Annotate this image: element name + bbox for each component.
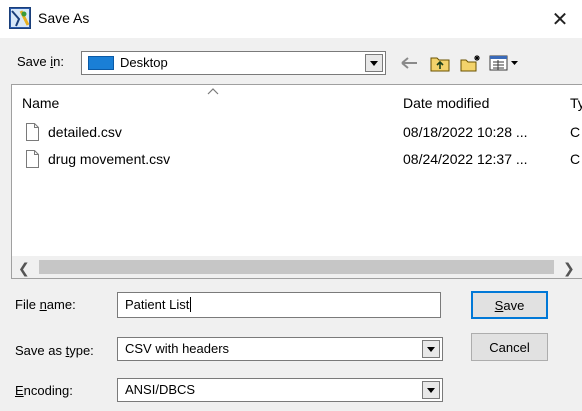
file-name-input[interactable]: Patient List <box>117 292 441 318</box>
encoding-dropdown[interactable]: ANSI/DBCS <box>117 378 443 402</box>
save-as-dialog: Save As ✕ Save in: Desktop Name Date mod… <box>0 0 582 411</box>
view-menu-button[interactable] <box>488 51 520 75</box>
save-as-type-dropdown-button[interactable] <box>422 340 440 358</box>
chevron-down-icon <box>427 346 435 352</box>
text-caret <box>190 297 192 312</box>
file-name-label: File name: <box>15 297 76 312</box>
file-list[interactable]: Name Date modified Ty detailed.csv 08/18… <box>11 84 582 279</box>
file-row[interactable]: drug movement.csv 08/24/2022 12:37 ... C <box>12 149 582 171</box>
column-header-date-modified[interactable]: Date modified <box>403 95 489 111</box>
save-button[interactable]: Save <box>471 291 548 319</box>
up-folder-button[interactable] <box>428 51 452 75</box>
file-date: 08/24/2022 12:37 ... <box>403 151 528 167</box>
scroll-right-icon[interactable]: ❯ <box>563 260 575 277</box>
sort-ascending-icon <box>207 88 219 95</box>
chevron-down-icon <box>427 387 435 393</box>
desktop-folder-icon <box>88 56 114 70</box>
new-folder-button[interactable] <box>459 51 483 75</box>
horizontal-scrollbar[interactable]: ❮ ❯ <box>12 256 582 278</box>
save-in-value: Desktop <box>120 55 168 70</box>
save-in-label: Save in: <box>17 54 64 69</box>
view-menu-icon <box>489 55 518 71</box>
chevron-down-icon <box>370 60 378 66</box>
column-header-name[interactable]: Name <box>22 95 59 111</box>
file-icon <box>26 150 39 168</box>
encoding-value: ANSI/DBCS <box>125 382 196 397</box>
new-folder-icon <box>460 55 480 72</box>
back-arrow-icon <box>401 57 417 69</box>
scrollbar-thumb[interactable] <box>39 260 554 274</box>
app-icon <box>9 7 31 29</box>
file-name: detailed.csv <box>48 124 122 140</box>
encoding-label: Encoding: <box>15 383 73 398</box>
scroll-left-icon[interactable]: ❮ <box>18 260 30 277</box>
save-as-type-label: Save as type: <box>15 343 94 358</box>
save-in-dropdown-button[interactable] <box>365 54 383 72</box>
close-button[interactable]: ✕ <box>538 0 582 38</box>
cancel-button[interactable]: Cancel <box>471 333 548 361</box>
file-type: C <box>570 151 581 167</box>
back-button[interactable] <box>398 51 422 75</box>
column-header-type[interactable]: Ty <box>570 95 582 111</box>
file-date: 08/18/2022 10:28 ... <box>403 124 528 140</box>
title-bar: Save As ✕ <box>0 0 582 38</box>
file-row[interactable]: detailed.csv 08/18/2022 10:28 ... C <box>12 122 582 144</box>
file-type: C <box>570 124 581 140</box>
save-as-type-value: CSV with headers <box>125 341 230 356</box>
up-folder-icon <box>430 57 450 72</box>
window-title: Save As <box>38 10 90 26</box>
encoding-dropdown-button[interactable] <box>422 381 440 399</box>
save-as-type-dropdown[interactable]: CSV with headers <box>117 337 443 361</box>
file-name: drug movement.csv <box>48 151 171 167</box>
save-in-dropdown[interactable]: Desktop <box>81 51 386 75</box>
file-icon <box>26 123 39 141</box>
file-name-value: Patient List <box>125 297 190 312</box>
close-icon: ✕ <box>551 7 569 31</box>
